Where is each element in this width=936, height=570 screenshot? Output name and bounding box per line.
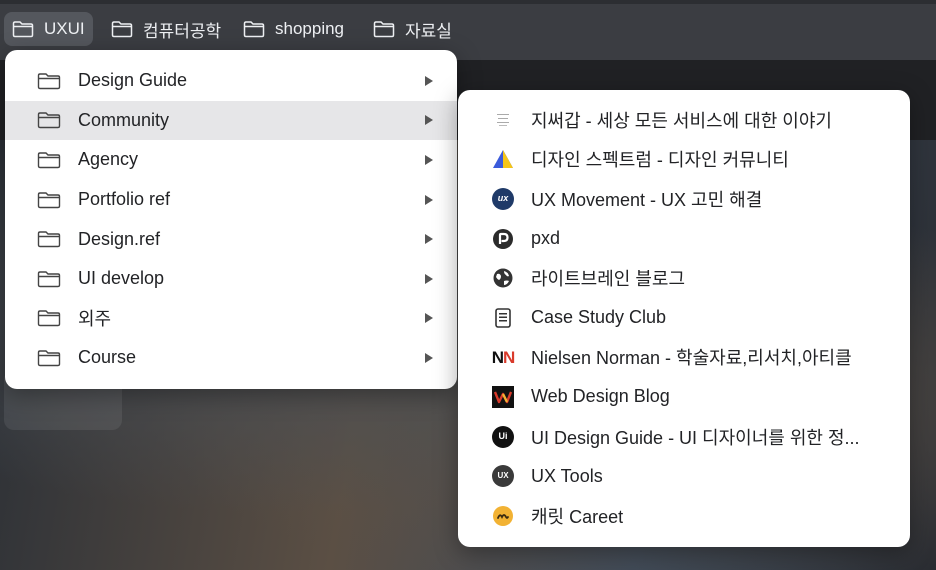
menu-item-label: Course [78,347,137,368]
bookmark-title: UX Tools [531,465,603,486]
folder-icon [111,21,133,38]
bookmark-title: Case Study Club [531,307,667,328]
community-submenu: 지써갑 - 세상 모든 서비스에 대한 이야기 디자인 스펙트럼 - 디자인 커… [458,90,910,547]
menu-item-course[interactable]: Course [5,338,457,378]
folder-icon [12,21,34,38]
menu-item-ui-develop[interactable]: UI develop [5,259,457,299]
window-edge [0,0,936,4]
menu-item-label: Portfolio ref [78,189,171,210]
bookmark-item[interactable]: NN Nielsen Norman - 학술자료,리서치,아티클 [458,338,910,378]
menu-item-label: UI develop [78,268,165,289]
document-icon [492,307,514,329]
submenu-arrow-icon [425,194,433,205]
folder-icon [37,271,61,287]
folder-icon [37,191,61,208]
folder-icon [37,310,61,327]
uxui-folder-menu: Design Guide Community Agency Portfolio … [5,50,457,389]
bookmark-folder-computer-engineering[interactable]: 컴퓨터공학 [103,12,229,46]
bookmark-title: 디자인 스펙트럼 - 디자인 커뮤니티 [531,150,789,171]
bookmark-title: 캐릿 Careet [531,506,624,527]
menu-item-portfolio-ref[interactable]: Portfolio ref [5,180,457,220]
menu-item-agency[interactable]: Agency [5,140,457,180]
bookmark-item[interactable]: pxd [458,219,910,259]
careet-logo-icon [492,505,514,527]
bookmark-item[interactable]: UX UX Tools [458,456,910,496]
bookmark-item[interactable]: ux UX Movement - UX 고민 해결 [458,179,910,219]
ux-circle-icon: ux [492,187,514,210]
submenu-arrow-icon [425,75,433,86]
bookmark-item[interactable]: 캐릿 Careet [458,496,910,536]
ui-circle-icon: Ui [492,425,514,448]
menu-item-label: Agency [78,149,139,170]
submenu-arrow-icon [425,234,433,245]
folder-icon [373,21,395,38]
folder-icon [37,231,61,248]
bookmark-item[interactable]: 라이트브레인 블로그 [458,258,910,298]
folder-icon [243,21,265,38]
menu-item-label: 외주 [78,309,112,330]
bookmark-item[interactable]: Web Design Blog [458,377,910,417]
menu-item-label: Design.ref [78,228,161,249]
bookmark-title: Web Design Blog [531,386,670,407]
menu-item-outsourcing[interactable]: 외주 [5,299,457,339]
bookmark-label: shopping [275,19,345,38]
w-logo-icon [492,385,514,408]
folder-icon [37,73,61,89]
bookmark-folder-resources[interactable]: 자료실 [365,12,460,46]
globe-icon [492,267,514,289]
bookmark-title: 지써갑 - 세상 모든 서비스에 대한 이야기 [531,110,832,131]
menu-item-design-ref[interactable]: Design.ref [5,219,457,259]
bookmark-title: UX Movement - UX 고민 해결 [531,189,763,210]
text-logo-icon [492,109,514,131]
bookmark-folder-uxui[interactable]: UXUI [4,12,93,46]
triangle-logo-icon [492,148,514,170]
folder-icon [37,152,61,169]
bookmark-item[interactable]: 지써갑 - 세상 모든 서비스에 대한 이야기 [458,100,910,140]
bookmark-title: Nielsen Norman - 학술자료,리서치,아티클 [531,348,852,369]
bookmark-label: 컴퓨터공학 [143,21,222,41]
submenu-arrow-icon [425,273,433,284]
bookmark-label: UXUI [44,19,85,38]
ux-tools-icon: UX [492,465,514,488]
menu-item-community[interactable]: Community [5,100,457,141]
bookmark-folder-shopping[interactable]: shopping [235,12,352,46]
bookmark-item[interactable]: 디자인 스펙트럼 - 디자인 커뮤니티 [458,140,910,180]
bookmark-label: 자료실 [405,21,452,41]
submenu-arrow-icon [425,313,433,324]
bookmark-item[interactable]: Ui UI Design Guide - UI 디자이너를 위한 정... [458,417,910,457]
bookmark-item[interactable]: Case Study Club [458,298,910,338]
menu-item-label: Community [78,109,170,130]
pxd-logo-icon [492,228,514,250]
menu-item-label: Design Guide [78,70,188,91]
folder-icon [37,350,61,367]
bookmark-title: 라이트브레인 블로그 [531,269,686,290]
submenu-arrow-icon [425,154,433,165]
submenu-arrow-icon [425,352,433,363]
bookmark-title: UI Design Guide - UI 디자이너를 위한 정... [531,427,860,448]
submenu-arrow-icon [425,115,433,126]
menu-item-design-guide[interactable]: Design Guide [5,61,457,101]
bookmark-title: pxd [531,228,561,249]
nn-logo-icon: NN [491,347,516,367]
folder-icon [37,112,61,129]
